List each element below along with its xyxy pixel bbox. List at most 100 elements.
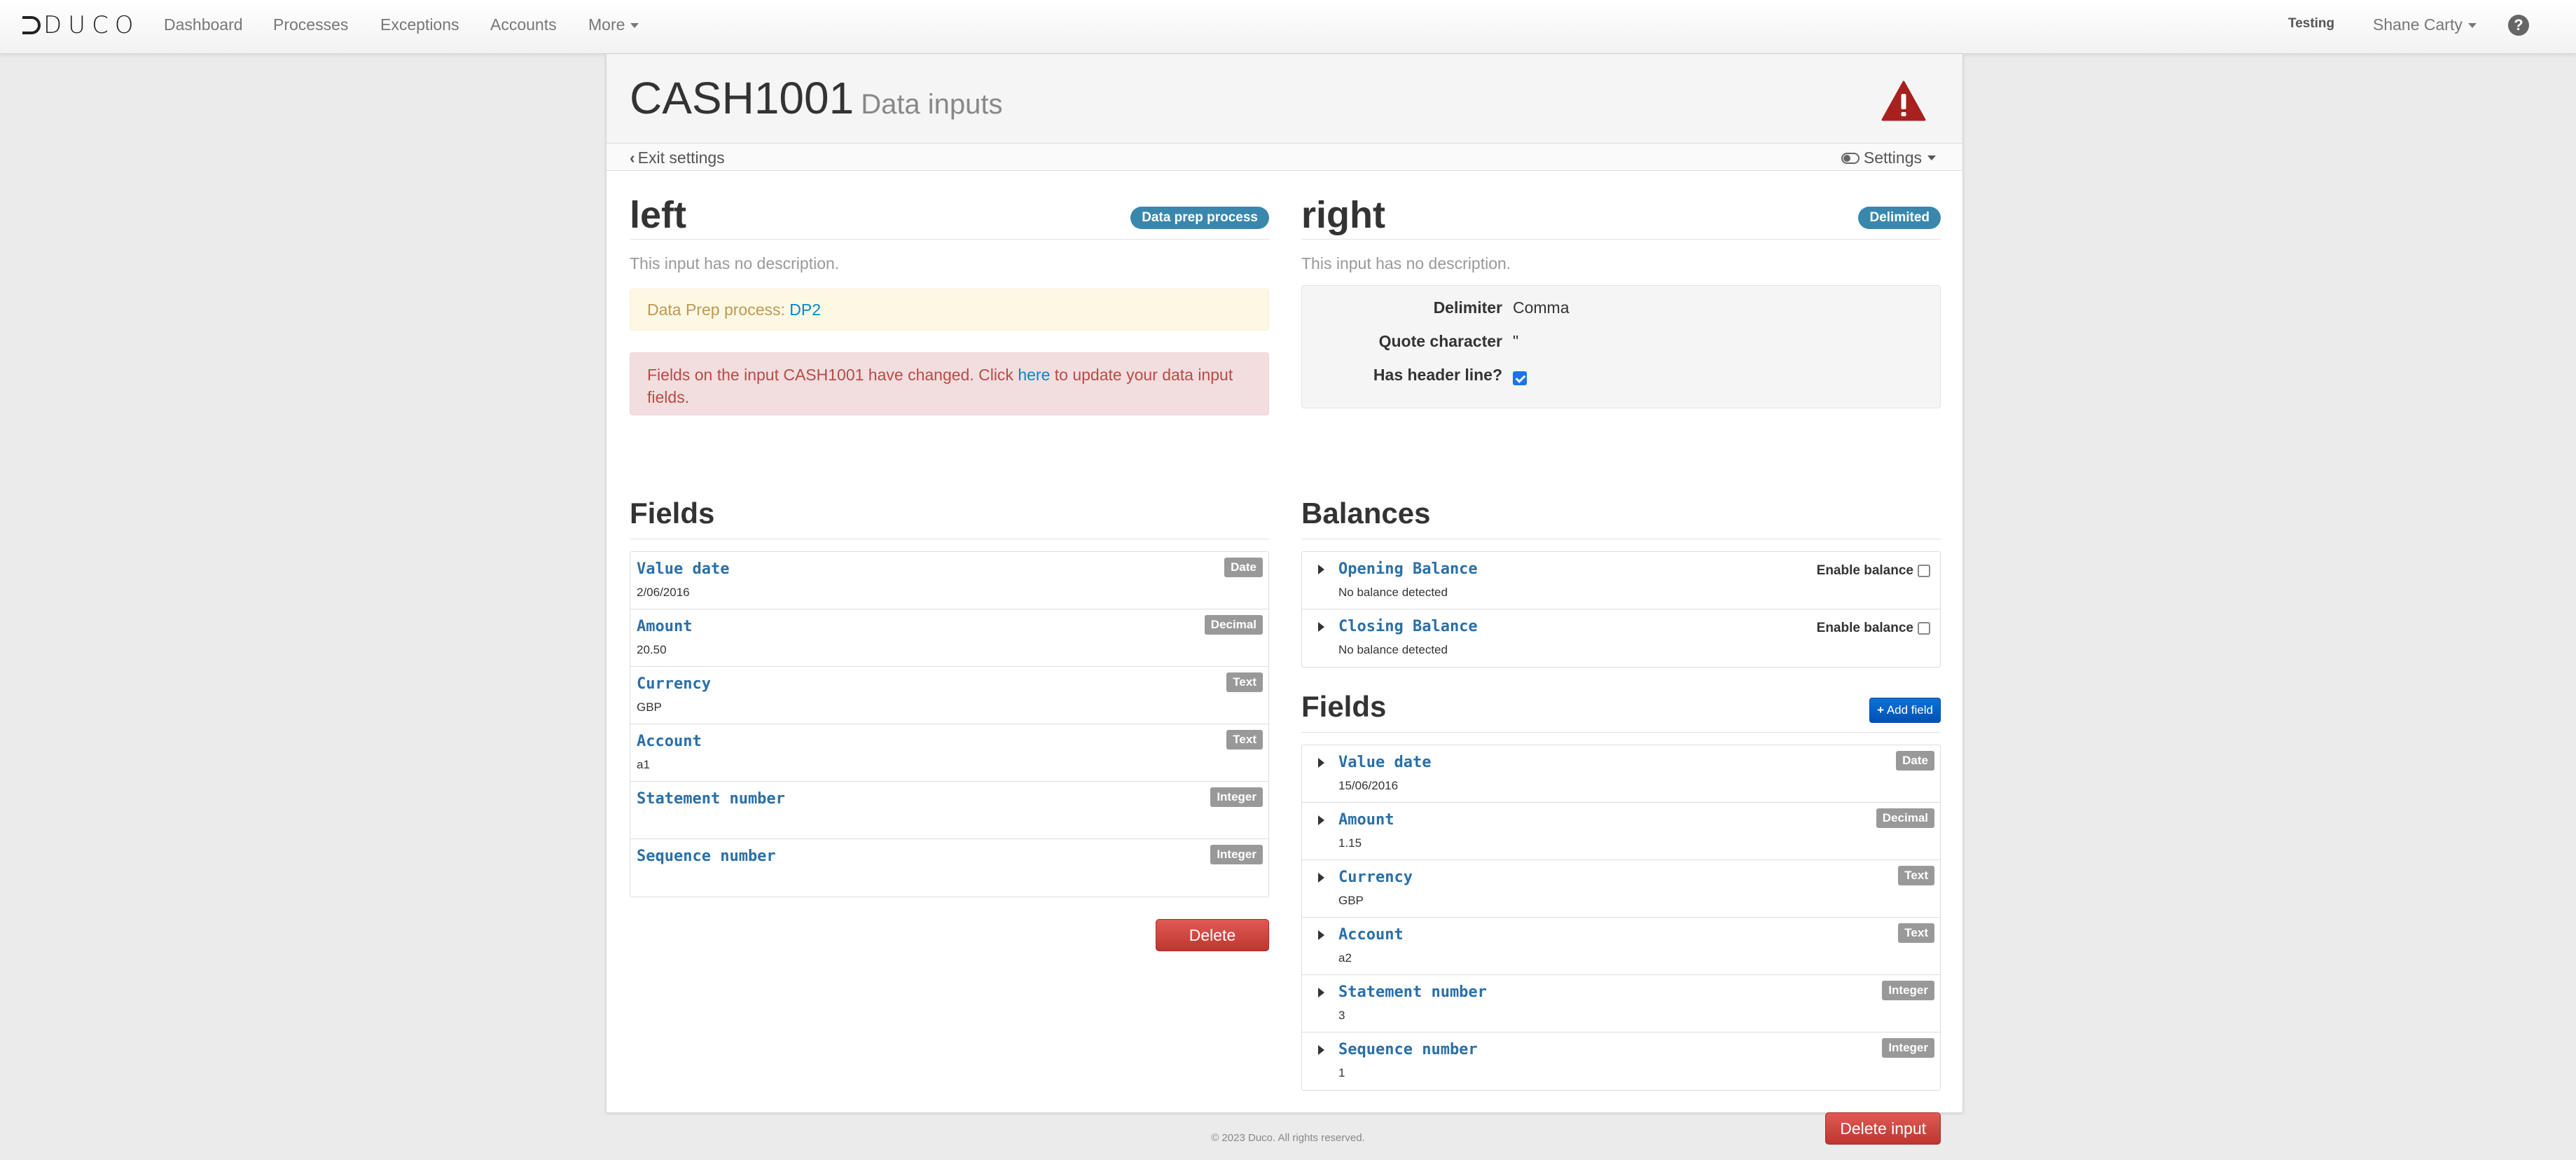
field-item[interactable]: Amount 1.15 Decimal [1302, 803, 1940, 860]
field-type-badge: Integer [1882, 1038, 1934, 1058]
left-input-column: left Data prep process This input has no… [630, 194, 1269, 975]
field-type-badge: Decimal [1204, 615, 1263, 635]
field-name[interactable]: Statement number [637, 790, 785, 808]
top-navbar: DUCO Dashboard Processes Exceptions Acco… [0, 0, 2576, 54]
caret-right-icon[interactable] [1318, 1045, 1324, 1055]
field-item[interactable]: Currency GBP Text [1302, 860, 1940, 918]
field-value: GBP [1338, 894, 1364, 907]
duco-logo[interactable]: DUCO [22, 11, 140, 39]
balance-name[interactable]: Closing Balance [1338, 618, 1478, 635]
caret-right-icon[interactable] [1318, 815, 1324, 825]
enable-balance-label: Enable balance [1816, 563, 1913, 578]
field-name[interactable]: Amount [1338, 811, 1394, 829]
caret-right-icon[interactable] [1318, 565, 1324, 574]
header-line-checkbox-wrap [1513, 368, 1527, 387]
field-item[interactable]: Value date 15/06/2016 Date [1302, 745, 1940, 803]
delimiter-properties: Delimiter Comma Quote character " Has he… [1301, 285, 1941, 408]
data-prep-badge: Data prep process [1130, 207, 1269, 229]
exit-settings-label: Exit settings [637, 149, 725, 167]
field-type-badge: Text [1226, 730, 1263, 750]
fields-changed-alert: Fields on the input CASH1001 have change… [630, 352, 1269, 415]
caret-right-icon[interactable] [1318, 873, 1324, 883]
field-name[interactable]: Currency [637, 675, 711, 693]
nav-processes[interactable]: Processes [273, 15, 348, 34]
nav-more-label: More [588, 15, 625, 34]
field-name[interactable]: Currency [1338, 869, 1413, 886]
data-prep-link[interactable]: DP2 [789, 301, 821, 319]
settings-subbar: ‹ Exit settings Settings [607, 143, 1962, 171]
delete-left-input-button[interactable]: Delete input [1156, 919, 1269, 975]
plus-icon: + [1877, 703, 1885, 717]
nav-exceptions[interactable]: Exceptions [380, 15, 459, 34]
field-item[interactable]: Amount 20.50 Decimal [630, 609, 1268, 667]
field-value: a2 [1338, 951, 1352, 965]
enable-balance-toggle[interactable]: Enable balance [1817, 621, 1930, 636]
field-type-badge: Date [1896, 751, 1934, 771]
field-item[interactable]: Sequence number 1 Integer [1302, 1033, 1940, 1090]
caret-right-icon[interactable] [1318, 758, 1324, 768]
field-item[interactable]: Statement number Integer [630, 782, 1268, 839]
user-menu-dropdown[interactable]: Shane Carty [2373, 15, 2477, 34]
logo-mark-icon [22, 16, 41, 34]
field-item[interactable]: Value date 2/06/2016 Date [630, 552, 1268, 609]
field-value: 20.50 [637, 643, 667, 656]
question-circle-icon[interactable]: ? [2508, 15, 2529, 36]
field-value: a1 [637, 758, 650, 771]
field-name[interactable]: Amount [637, 618, 692, 635]
field-item[interactable]: Account a1 Text [630, 724, 1268, 782]
field-value: GBP [637, 700, 662, 714]
page-subtitle: Data inputs [861, 89, 1003, 120]
field-item[interactable]: Sequence number Integer [630, 839, 1268, 897]
caret-down-icon [1927, 156, 1936, 160]
caret-right-icon[interactable] [1318, 622, 1324, 632]
balance-name[interactable]: Opening Balance [1338, 560, 1478, 578]
field-item[interactable]: Statement number 3 Integer [1302, 975, 1940, 1033]
field-name[interactable]: Sequence number [637, 848, 776, 865]
divider [1301, 239, 1941, 240]
field-value: 1.15 [1338, 836, 1362, 850]
update-fields-link[interactable]: here [1018, 366, 1050, 384]
nav-accounts[interactable]: Accounts [490, 15, 557, 34]
field-type-badge: Text [1898, 866, 1934, 885]
field-name[interactable]: Account [1338, 926, 1404, 944]
balance-item[interactable]: Opening Balance No balance detected Enab… [1302, 552, 1940, 609]
enable-balance-checkbox[interactable] [1918, 622, 1930, 635]
balance-list: Opening Balance No balance detected Enab… [1301, 551, 1941, 668]
field-item[interactable]: Account a2 Text [1302, 918, 1940, 975]
page-title-text: CASH1001 [630, 73, 854, 123]
add-field-button[interactable]: + Add field [1869, 698, 1941, 723]
field-name[interactable]: Account [637, 733, 702, 750]
exit-settings-link[interactable]: ‹ Exit settings [630, 149, 725, 167]
field-name[interactable]: Sequence number [1338, 1041, 1478, 1058]
delimiter-label: Delimiter [1433, 298, 1502, 317]
quote-label: Quote character [1378, 332, 1502, 350]
nav-dashboard[interactable]: Dashboard [164, 15, 243, 34]
enable-balance-toggle[interactable]: Enable balance [1817, 563, 1930, 579]
field-name[interactable]: Value date [1338, 754, 1431, 771]
right-description: This input has no description. [1301, 254, 1511, 272]
header-line-label: Has header line? [1373, 366, 1502, 384]
quote-row: Quote character " [1302, 332, 1940, 354]
settings-label: Settings [1863, 149, 1922, 167]
field-name[interactable]: Value date [637, 560, 729, 578]
caret-down-icon [2467, 23, 2477, 29]
caret-right-icon[interactable] [1318, 988, 1324, 997]
field-value: 2/06/2016 [637, 586, 690, 599]
balance-item[interactable]: Closing Balance No balance detected Enab… [1302, 609, 1940, 667]
caret-right-icon[interactable] [1318, 930, 1324, 940]
left-field-list: Value date 2/06/2016 Date Amount 20.50 D… [630, 551, 1269, 897]
divider [630, 239, 1269, 240]
warning-triangle-icon[interactable] [1881, 81, 1926, 121]
footer-copyright: © 2023 Duco. All rights reserved. [1211, 1132, 1365, 1144]
header-line-checkbox[interactable] [1513, 371, 1527, 385]
page-title: CASH1001 Data inputs [630, 72, 1003, 124]
enable-balance-checkbox[interactable] [1918, 565, 1930, 577]
delimiter-value: Comma [1513, 298, 1570, 317]
page-header: CASH1001 Data inputs [607, 54, 1962, 143]
field-type-badge: Integer [1210, 845, 1263, 864]
settings-dropdown[interactable]: Settings [1841, 149, 1936, 167]
nav-more-dropdown[interactable]: More [588, 15, 639, 34]
field-item[interactable]: Currency GBP Text [630, 667, 1268, 724]
field-value: 1 [1338, 1066, 1345, 1079]
field-name[interactable]: Statement number [1338, 983, 1487, 1001]
